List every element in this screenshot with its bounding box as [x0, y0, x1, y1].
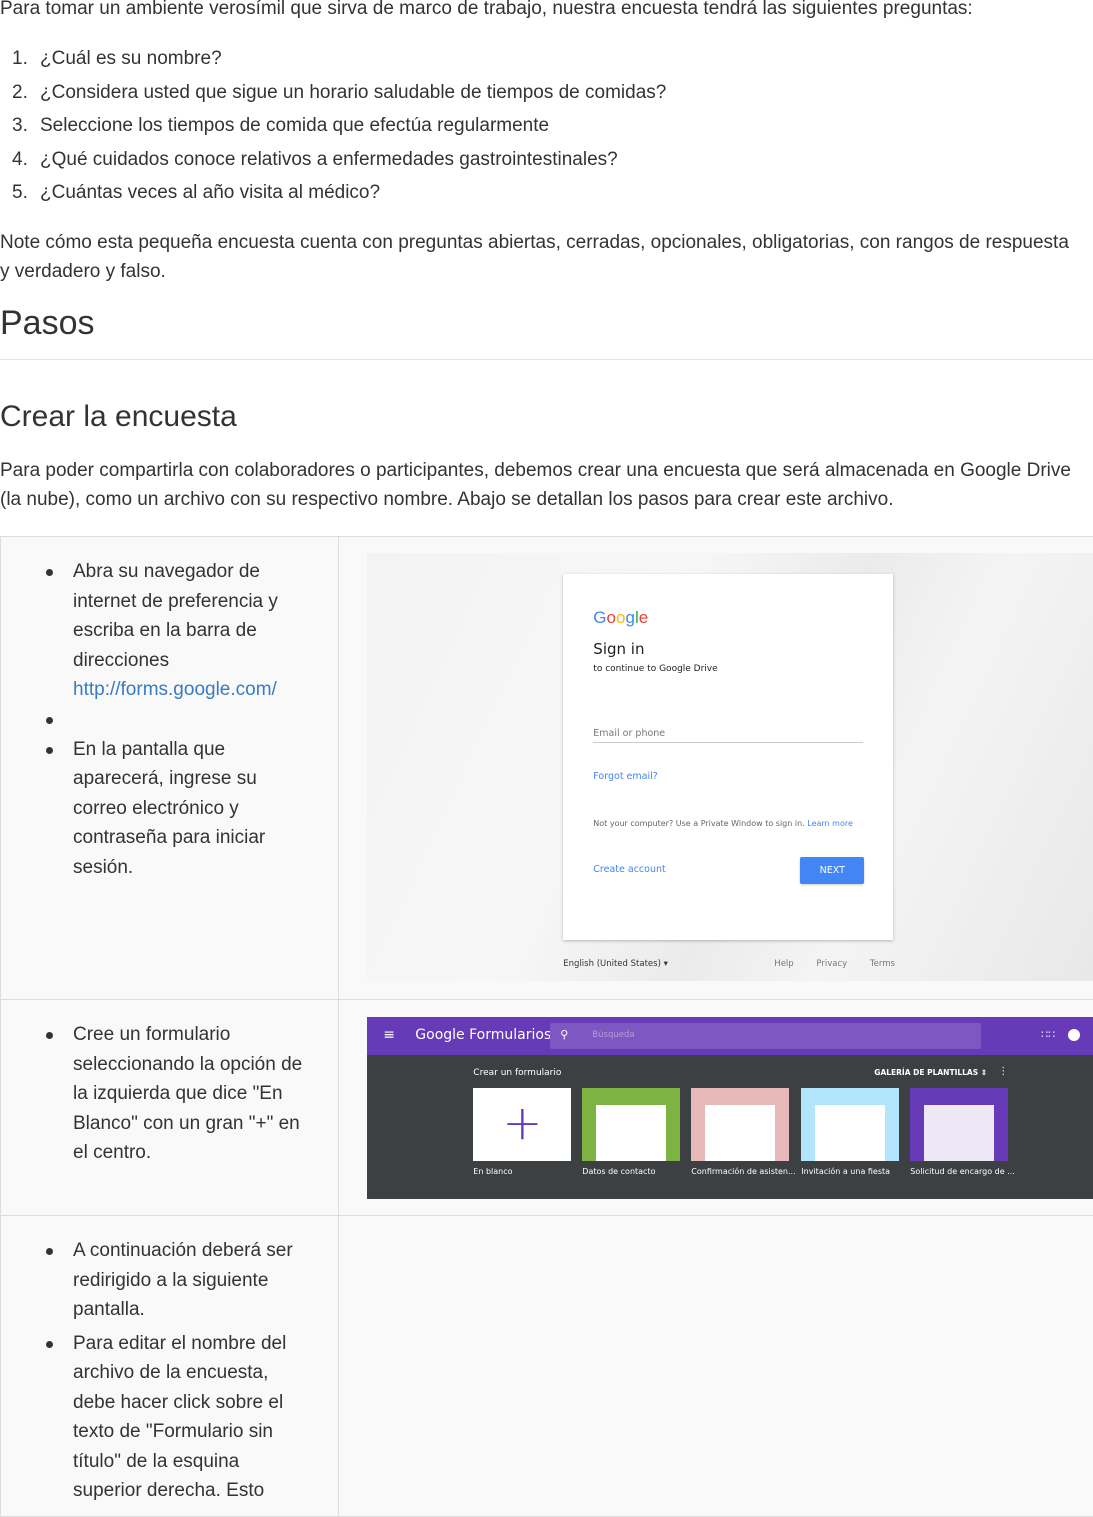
- create-account-link[interactable]: Create account: [593, 864, 665, 875]
- template-contacto[interactable]: [582, 1088, 680, 1161]
- step-text: En la pantalla que aparecerá, ingrese su…: [73, 739, 265, 878]
- signin-title: Sign in: [593, 640, 644, 658]
- step-text: Cree un formulario seleccionando la opci…: [73, 1024, 302, 1163]
- menu-icon[interactable]: ≡: [383, 1027, 395, 1043]
- question-text: ¿Cuántas veces al año visita al médico?: [40, 182, 380, 203]
- step-text-cell: A continuación deberá ser redirigido a l…: [1, 1216, 339, 1517]
- list-item: 4. ¿Qué cuidados conoce relativos a enfer…: [0, 146, 666, 180]
- question-text: ¿Cuál es su nombre?: [40, 48, 222, 69]
- learn-more-link[interactable]: Learn more: [807, 819, 853, 828]
- question-text: Seleccione los tiempos de comida que efe…: [40, 115, 549, 136]
- signin-card: Google Sign in to continue to Google Dri…: [563, 574, 893, 940]
- question-text: ¿Considera usted que sigue un horario sa…: [40, 82, 666, 103]
- list-item: 1. ¿Cuál es su nombre?: [0, 45, 666, 79]
- search-input[interactable]: ⚲ Búsqueda: [550, 1023, 981, 1049]
- template-label: Solicitud de encargo de ...: [910, 1167, 1015, 1176]
- template-label: Datos de contacto: [582, 1167, 655, 1176]
- list-number: 4.: [12, 146, 28, 174]
- search-placeholder: Búsqueda: [592, 1030, 634, 1040]
- brand-google: Google: [415, 1027, 464, 1043]
- search-icon: ⚲: [560, 1028, 568, 1041]
- divider: [0, 359, 1093, 360]
- account-avatar[interactable]: [1068, 1029, 1080, 1041]
- plus-icon: +: [473, 1088, 571, 1161]
- spacer: [1, 705, 338, 735]
- list-item: A continuación deberá ser redirigido a l…: [1, 1236, 338, 1325]
- private-window-note: Not your computer? Use a Private Window …: [593, 819, 853, 828]
- crear-paragraph: Para poder compartirla con colaboradores…: [0, 456, 1093, 514]
- list-number: 5.: [12, 179, 28, 207]
- template-preview: [596, 1105, 666, 1161]
- list-item: Para editar el nombre del archivo de la …: [1, 1329, 338, 1506]
- step-text: Para editar el nombre del archivo de la …: [73, 1333, 286, 1502]
- table-row: A continuación deberá ser redirigido a l…: [1, 1216, 1093, 1517]
- unfold-icon: ⇕: [981, 1068, 987, 1077]
- list-item: En la pantalla que aparecerá, ingrese su…: [1, 735, 338, 883]
- more-vert-icon[interactable]: ⋮: [998, 1066, 1008, 1077]
- help-link[interactable]: Help: [774, 959, 793, 969]
- template-preview: [815, 1105, 885, 1161]
- list-number: 1.: [12, 45, 28, 73]
- section-heading-pasos: Pasos: [0, 303, 95, 343]
- template-preview: [705, 1105, 775, 1161]
- step-image-cell: [339, 1216, 1093, 1517]
- caret-down-icon: ▾: [664, 959, 668, 969]
- signin-subtitle: to continue to Google Drive: [593, 664, 717, 674]
- brand-product: Formularios: [469, 1027, 551, 1043]
- next-button[interactable]: NEXT: [800, 857, 864, 884]
- list-item: 2. ¿Considera usted que sigue un horario …: [0, 79, 666, 113]
- language-label: English (United States): [563, 959, 661, 969]
- list-number: 3.: [12, 112, 28, 140]
- forms-brand: Google Formularios: [415, 1027, 551, 1043]
- step-bullets: A continuación deberá ser redirigido a l…: [1, 1216, 338, 1506]
- signin-screenshot: Google Sign in to continue to Google Dri…: [367, 553, 1093, 981]
- question-text: ¿Qué cuidados conoce relativos a enferme…: [40, 149, 618, 170]
- gallery-label: GALERÍA DE PLANTILLAS: [874, 1068, 978, 1077]
- steps-table: Abra su navegador de internet de prefere…: [0, 536, 1093, 1517]
- step-text-cell: Cree un formulario seleccionando la opci…: [1, 1000, 339, 1216]
- table-row: Cree un formulario seleccionando la opci…: [1, 1000, 1093, 1216]
- note-text: Not your computer? Use a Private Window …: [593, 819, 804, 828]
- step-bullets: Cree un formulario seleccionando la opci…: [1, 1000, 338, 1168]
- forms-screenshot: ≡ Google Formularios ⚲ Búsqueda ∷∷ Crear…: [367, 1017, 1093, 1199]
- step-image-cell: ≡ Google Formularios ⚲ Búsqueda ∷∷ Crear…: [339, 1000, 1093, 1216]
- step-text: Abra su navegador de internet de prefere…: [73, 561, 278, 671]
- template-label: Invitación a una fiesta: [801, 1167, 890, 1176]
- privacy-link[interactable]: Privacy: [816, 959, 847, 969]
- footer-links: Help Privacy Terms: [774, 959, 915, 969]
- step-text: A continuación deberá ser redirigido a l…: [73, 1240, 293, 1320]
- email-field[interactable]: Email or phone: [593, 728, 863, 743]
- template-gallery-toggle[interactable]: GALERÍA DE PLANTILLAS ⇕: [874, 1068, 987, 1077]
- terms-link[interactable]: Terms: [870, 959, 895, 969]
- note-paragraph: Note cómo esta pequeña encuesta cuenta c…: [0, 228, 1080, 286]
- template-label: En blanco: [473, 1167, 512, 1176]
- table-row: Abra su navegador de internet de prefere…: [1, 537, 1093, 1000]
- forms-link[interactable]: http://forms.google.com/: [73, 679, 277, 700]
- list-item: Cree un formulario seleccionando la opci…: [1, 1020, 338, 1168]
- step-image-cell: Google Sign in to continue to Google Dri…: [339, 537, 1093, 1000]
- list-number: 2.: [12, 79, 28, 107]
- template-solicitud[interactable]: [910, 1088, 1008, 1161]
- google-logo: Google: [593, 608, 648, 628]
- step-bullets: Abra su navegador de internet de prefere…: [1, 537, 338, 882]
- forgot-email-link[interactable]: Forgot email?: [593, 771, 658, 782]
- questions-list: 1. ¿Cuál es su nombre? 2. ¿Considera usted…: [0, 45, 666, 213]
- list-item: Abra su navegador de internet de prefere…: [1, 557, 338, 705]
- list-item: 3. Seleccione los tiempos de comida que e…: [0, 112, 666, 146]
- language-select[interactable]: English (United States) ▾: [563, 959, 668, 969]
- intro-text: Para tomar un ambiente verosímil que sir…: [0, 0, 973, 23]
- template-confirmacion[interactable]: [691, 1088, 789, 1161]
- template-label: Confirmación de asisten...: [691, 1167, 795, 1176]
- list-item: 5. ¿Cuántas veces al año visita al médico…: [0, 179, 666, 213]
- create-form-label: Crear un formulario: [473, 1068, 561, 1078]
- template-preview: [924, 1105, 994, 1161]
- template-invitacion[interactable]: [801, 1088, 899, 1161]
- apps-grid-icon[interactable]: ∷∷: [1041, 1028, 1055, 1041]
- step-text-cell: Abra su navegador de internet de prefere…: [1, 537, 339, 1000]
- template-blank[interactable]: +: [473, 1088, 571, 1161]
- forms-topbar: ≡ Google Formularios ⚲ Búsqueda ∷∷: [367, 1017, 1093, 1055]
- section-heading-crear: Crear la encuesta: [0, 399, 237, 435]
